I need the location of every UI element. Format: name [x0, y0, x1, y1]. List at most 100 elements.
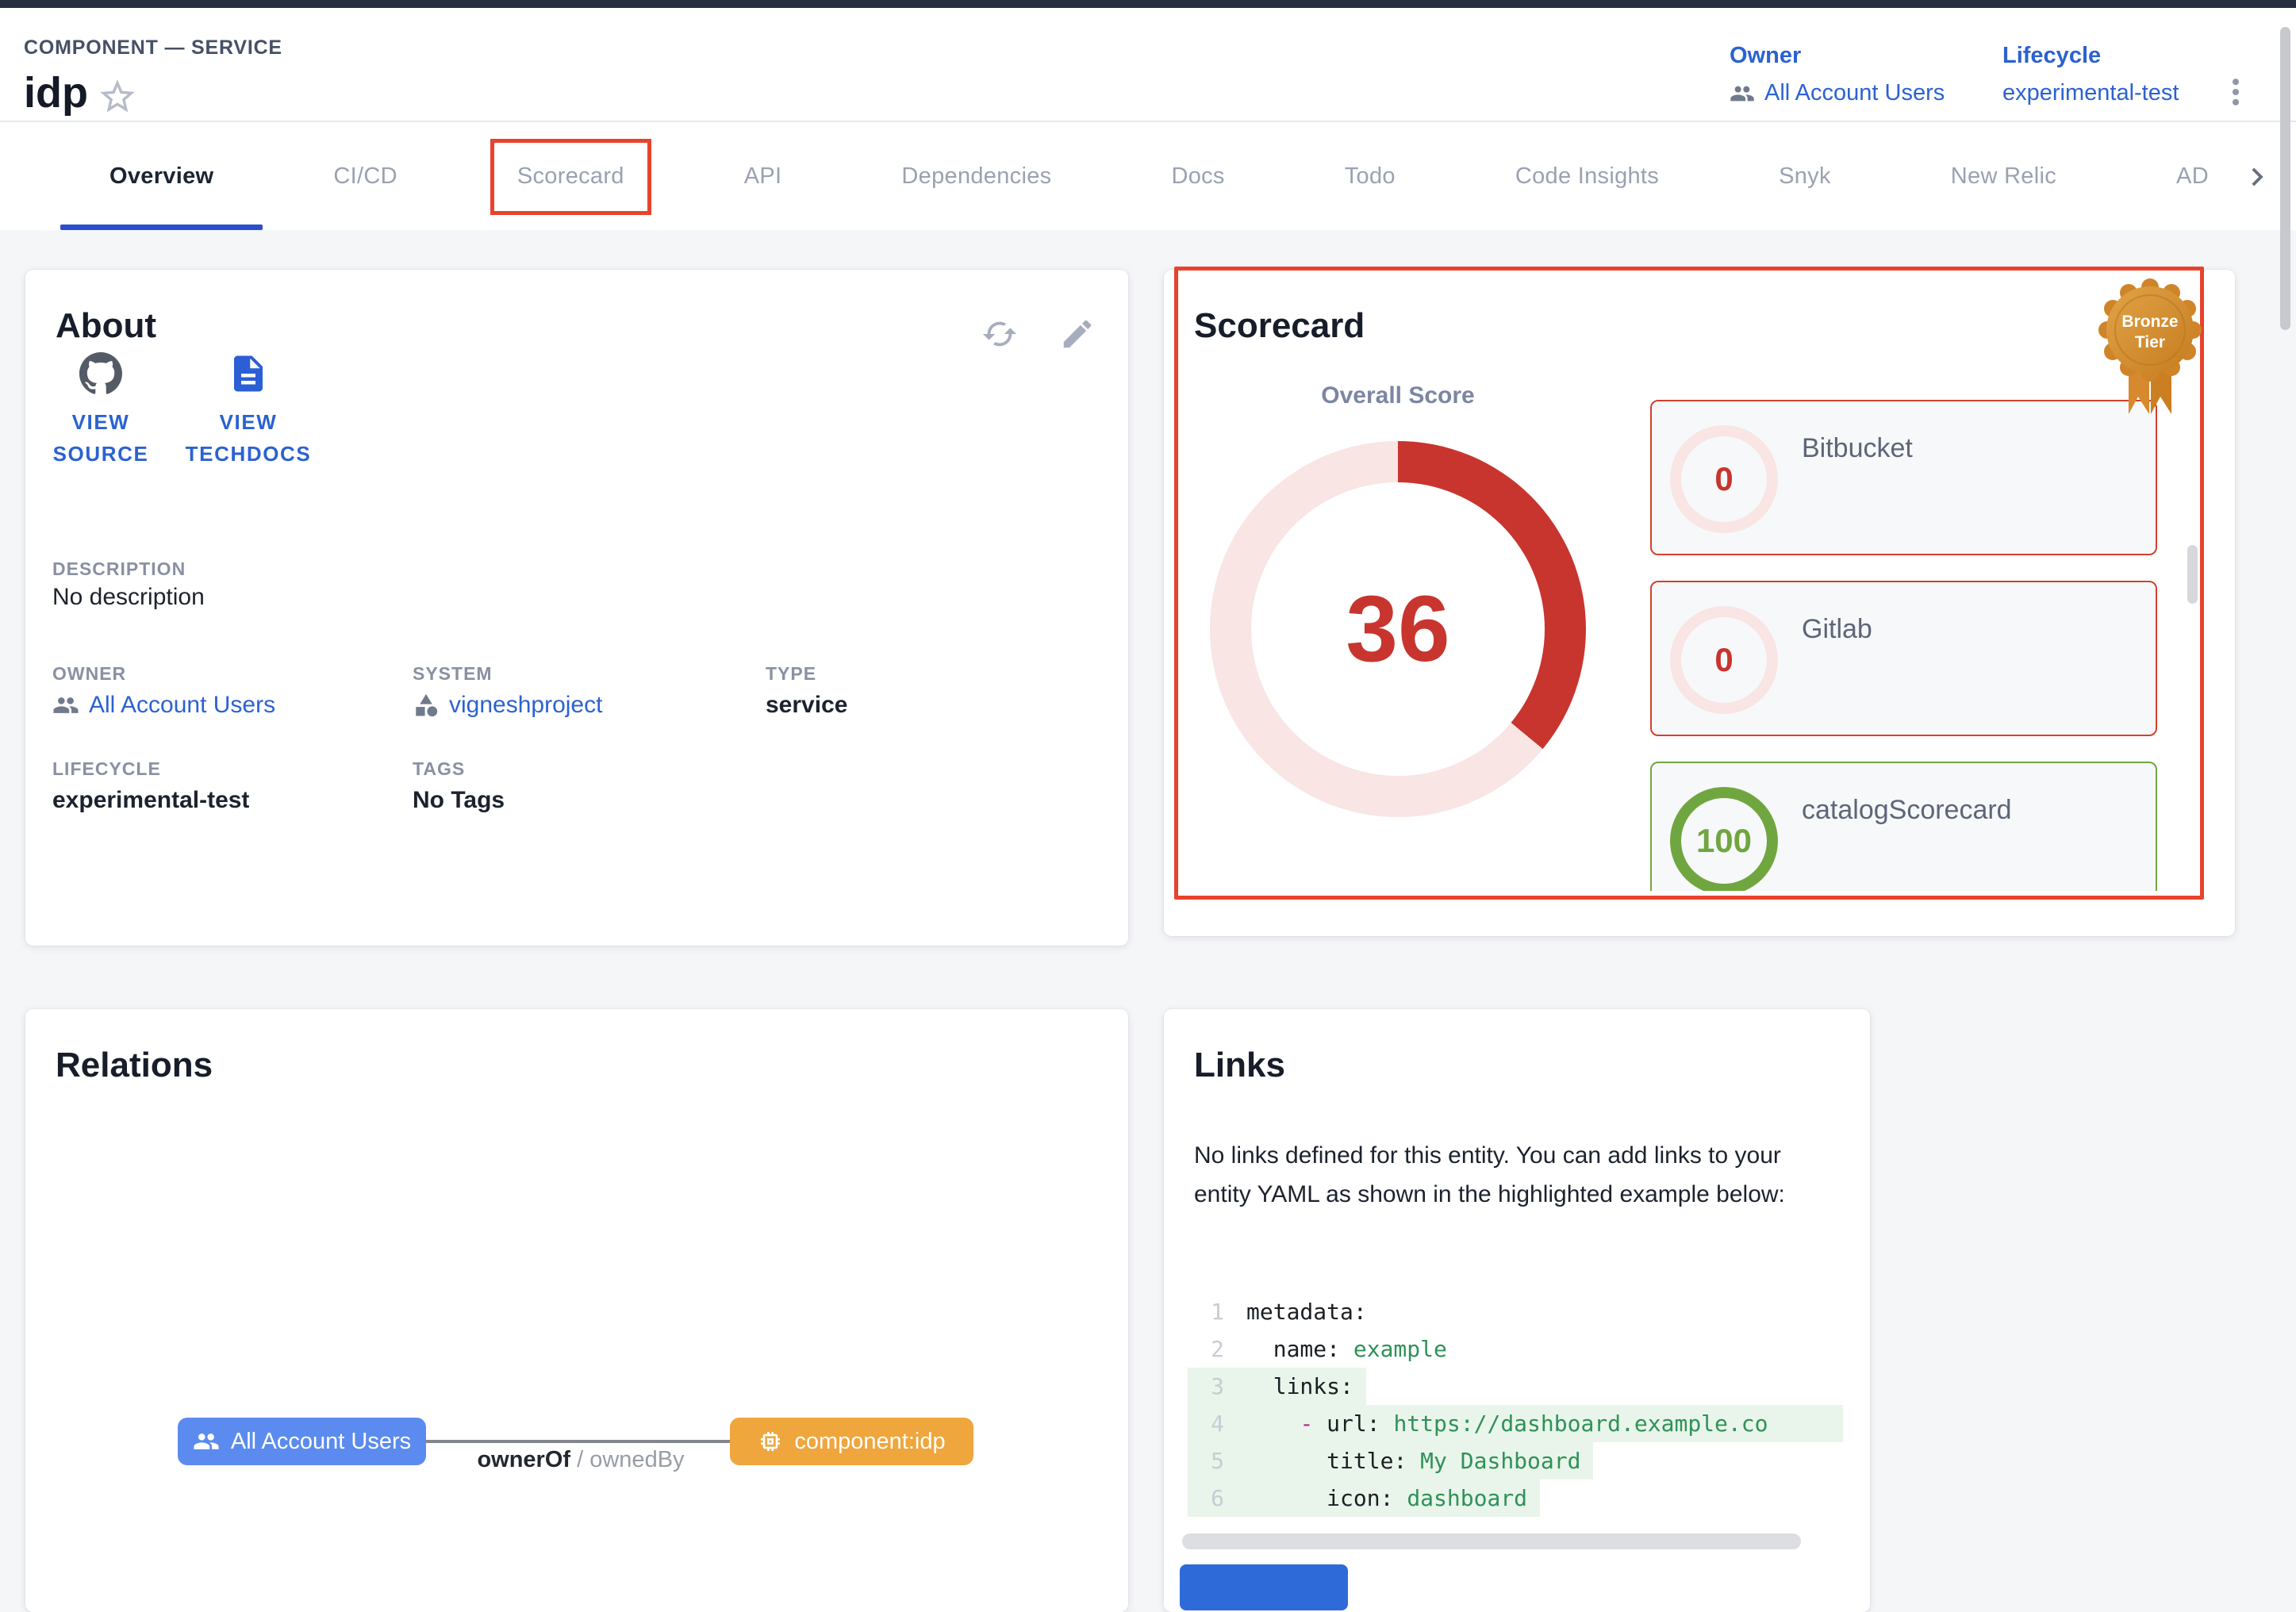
about-title: About	[56, 306, 156, 346]
scorecard-entry-catalogscorecard[interactable]: 100 catalogScorecard	[1650, 762, 2157, 891]
type-field-label: TYPE	[766, 663, 816, 685]
relation-node-component[interactable]: component:idp	[730, 1418, 973, 1465]
component-icon	[758, 1429, 783, 1454]
group-icon	[1730, 81, 1755, 106]
tab-list: Overview CI/CD Scorecard API Dependencies Doc…	[89, 122, 2229, 230]
add-link-button[interactable]	[1180, 1564, 1348, 1610]
tab-dependencies[interactable]: Dependencies	[881, 163, 1072, 190]
page-title: idp	[24, 68, 88, 117]
entry-name: Gitlab	[1802, 614, 1872, 645]
techdocs-icon	[227, 352, 270, 395]
code-line: 5 title: My Dashboard	[1188, 1442, 1843, 1480]
overall-score-label: Overall Score	[1279, 382, 1517, 409]
tags-field-label: TAGS	[413, 758, 465, 780]
links-card: Links No links defined for this entity. …	[1164, 1009, 1870, 1612]
relation-node-owner[interactable]: All Account Users	[178, 1418, 426, 1465]
system-icon	[413, 692, 440, 719]
entry-name: catalogScorecard	[1802, 795, 2012, 826]
header-owner: Owner All Account Users	[1730, 43, 1945, 106]
scorecard-entry-gitlab[interactable]: 0 Gitlab	[1650, 581, 2157, 736]
relation-node-owner-label: All Account Users	[231, 1429, 411, 1455]
page-scrollbar-thumb[interactable]	[2280, 27, 2290, 330]
code-horizontal-scrollbar[interactable]	[1182, 1533, 1801, 1549]
bronze-tier-badge: Bronze Tier	[2097, 278, 2203, 420]
line-number: 2	[1188, 1336, 1224, 1362]
view-source-label: VIEW SOURCE	[25, 406, 176, 470]
line-number: 1	[1188, 1299, 1224, 1325]
entry-score-donut: 100	[1670, 787, 1778, 891]
header-lifecycle: Lifecycle experimental-test	[2002, 43, 2179, 106]
lifecycle-value[interactable]: experimental-test	[2002, 80, 2179, 106]
tab-ad[interactable]: AD	[2156, 163, 2229, 190]
tab-docs[interactable]: Docs	[1150, 163, 1245, 190]
description-value: No description	[52, 584, 205, 611]
links-title: Links	[1194, 1046, 1285, 1085]
scorecard-card: Scorecard Overall Score 36 0Bitbucket0Gi…	[1164, 270, 2235, 936]
relation-edge-label: ownerOf / ownedBy	[454, 1447, 708, 1473]
overall-score-gauge: 36	[1210, 441, 1586, 817]
group-icon	[52, 692, 79, 719]
favorite-star-icon[interactable]	[97, 76, 138, 117]
code-line: 4 - url: https://dashboard.example.co	[1188, 1405, 1843, 1442]
tab-snyk[interactable]: Snyk	[1758, 163, 1852, 190]
scorecard-entry-list: 0 Bitbucket 0 Gitlab 100 catalogScorecard	[1650, 400, 2174, 891]
tab-scorecard[interactable]: Scorecard	[497, 163, 645, 190]
lifecycle-field-label: LIFECYCLE	[52, 758, 161, 780]
edit-pencil-icon[interactable]	[1059, 316, 1096, 352]
refresh-icon[interactable]	[981, 316, 1018, 352]
relations-card: Relations All Account Users component:id…	[25, 1009, 1128, 1612]
entity-tabs-bar: Overview CI/CD Scorecard API Dependencies Doc…	[0, 122, 2296, 230]
code-line: 2 name: example	[1188, 1330, 1843, 1368]
badge-line1: Bronze	[2121, 313, 2178, 331]
github-icon	[79, 352, 122, 395]
yaml-code-block: 1metadata:2 name: example3 links:4 - url…	[1188, 1293, 1843, 1523]
relation-node-component-label: component:idp	[794, 1429, 945, 1455]
tab-new-relic[interactable]: New Relic	[1930, 163, 2077, 190]
owner-field-value: All Account Users	[89, 692, 275, 719]
system-field-link[interactable]: vigneshproject	[413, 692, 602, 719]
active-tab-indicator	[60, 225, 263, 230]
system-field-value: vigneshproject	[449, 692, 602, 719]
scorecard-entry-bitbucket[interactable]: 0 Bitbucket	[1650, 400, 2157, 555]
links-empty-message: No links defined for this entity. You ca…	[1194, 1136, 1838, 1214]
lifecycle-label: Lifecycle	[2002, 43, 2179, 69]
tab-todo[interactable]: Todo	[1324, 163, 1416, 190]
entry-score-donut: 0	[1670, 425, 1778, 533]
tab-ci-cd[interactable]: CI/CD	[313, 163, 417, 190]
tabs-scroll-right-chevron-icon[interactable]	[2239, 159, 2275, 195]
tab-api[interactable]: API	[724, 163, 803, 190]
view-source-action[interactable]: VIEW SOURCE	[25, 352, 176, 470]
relations-title: Relations	[56, 1046, 213, 1085]
entry-score-value: 0	[1670, 606, 1778, 714]
badge-line2: Tier	[2135, 333, 2165, 351]
owner-field-label: OWNER	[52, 663, 126, 685]
owner-link[interactable]: All Account Users	[1730, 80, 1945, 106]
entry-score-donut: 0	[1670, 606, 1778, 714]
more-options-kebab-icon[interactable]	[2218, 70, 2253, 114]
about-card: About VIEW SOURCE VIEW TECHDOCS DESCRIPT…	[25, 270, 1128, 946]
tab-overview[interactable]: Overview	[89, 163, 234, 190]
line-number: 6	[1188, 1485, 1224, 1511]
scorecard-list-scrollbar[interactable]	[2187, 545, 2198, 604]
view-techdocs-action[interactable]: VIEW TECHDOCS	[173, 352, 324, 470]
owner-field-link[interactable]: All Account Users	[52, 692, 275, 719]
type-field-value: service	[766, 692, 847, 719]
description-label: DESCRIPTION	[52, 558, 186, 580]
entry-score-value: 100	[1670, 787, 1778, 891]
code-line: 1metadata:	[1188, 1293, 1843, 1330]
lifecycle-field-value: experimental-test	[52, 787, 249, 814]
top-browser-bar	[0, 0, 2296, 8]
entry-score-value: 0	[1670, 425, 1778, 533]
entry-name: Bitbucket	[1802, 433, 1913, 464]
entity-header: COMPONENT — SERVICE idp Owner All Accoun…	[0, 8, 2296, 121]
tab-code-insights[interactable]: Code Insights	[1495, 163, 1680, 190]
code-line: 3 links:	[1188, 1368, 1843, 1405]
view-techdocs-label: VIEW TECHDOCS	[173, 406, 324, 470]
tags-field-value: No Tags	[413, 787, 505, 814]
overall-score-value: 36	[1210, 441, 1586, 817]
relation-edge-line	[426, 1440, 730, 1443]
line-number: 5	[1188, 1448, 1224, 1474]
line-number: 3	[1188, 1373, 1224, 1399]
code-line: 6 icon: dashboard	[1188, 1480, 1843, 1517]
owner-value: All Account Users	[1764, 80, 1945, 106]
